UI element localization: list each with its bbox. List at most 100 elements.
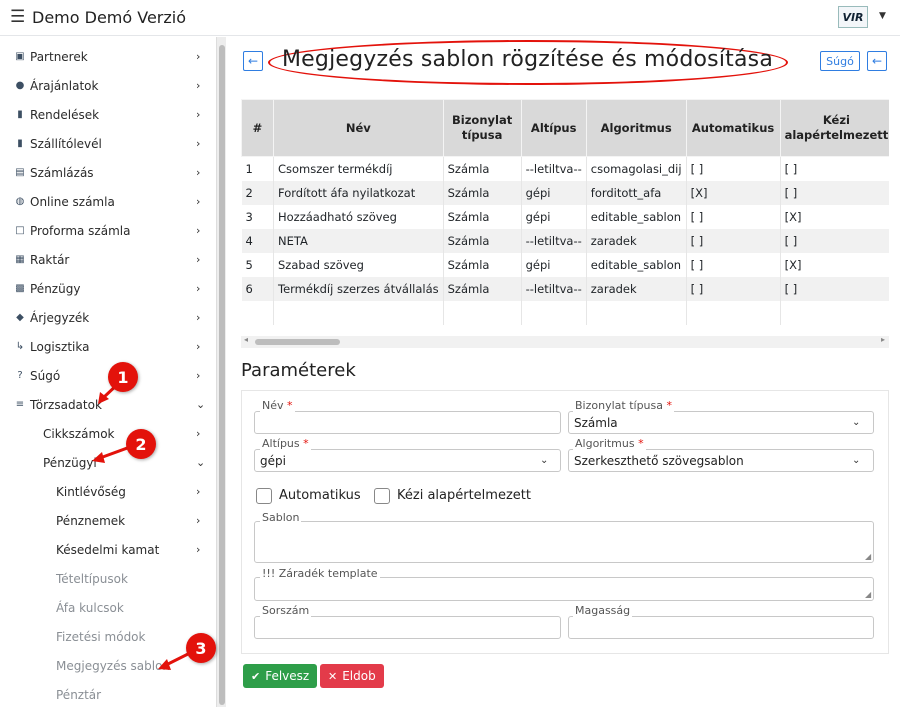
table-row[interactable]: 1 Csomszer termékdíj Számla --letiltva-- cso… xyxy=(241,156,889,181)
eldob-button[interactable]: ✕ Eldob xyxy=(320,664,384,688)
sidebar-item[interactable]: ▮ Szállítólevél › xyxy=(0,129,216,158)
sidebar-item[interactable]: ▮ Rendelések › xyxy=(0,100,216,129)
sidebar-item[interactable]: Tételtípusok xyxy=(0,564,216,593)
magassag-input[interactable] xyxy=(568,616,874,639)
sidebar-item[interactable]: Pénztár xyxy=(0,680,216,707)
square-icon: □ xyxy=(15,225,25,236)
zaradek-template-textarea[interactable] xyxy=(254,577,874,601)
column-header[interactable]: Név xyxy=(273,99,444,157)
sorszam-input[interactable] xyxy=(254,616,561,639)
chevron-right-icon[interactable]: › xyxy=(196,224,200,237)
column-header[interactable]: Kézi alapértelmezett xyxy=(779,99,889,157)
chevron-right-icon[interactable]: › xyxy=(196,427,200,440)
column-header[interactable]: Automatikus xyxy=(685,99,781,157)
sidebar-item[interactable]: Pénznemek › xyxy=(0,506,216,535)
resize-handle-icon[interactable]: ◢ xyxy=(865,552,871,561)
sidebar-item[interactable]: Megjegyzés sablon xyxy=(0,651,216,680)
table-row[interactable]: 6 Termékdíj szerzes átvállalás Számla --let… xyxy=(241,276,889,301)
table-cell: csomagolasi_dij xyxy=(586,156,687,181)
chevron-right-icon[interactable]: › xyxy=(196,311,200,324)
sidebar-item[interactable]: ● Árajánlatok › xyxy=(0,71,216,100)
help-button[interactable]: Súgó xyxy=(820,51,860,71)
chevron-right-icon[interactable]: › xyxy=(196,485,200,498)
chevron-right-icon[interactable]: › xyxy=(196,369,200,382)
chevron-right-icon[interactable]: › xyxy=(196,137,200,150)
chevron-right-icon[interactable]: › xyxy=(196,166,200,179)
sidebar-item[interactable]: Áfa kulcsok xyxy=(0,593,216,622)
scroll-left-icon[interactable]: ◂ xyxy=(244,335,248,344)
bizonylat-tipusa-label: Bizonylat típusa * xyxy=(573,399,674,412)
chevron-right-icon[interactable]: › xyxy=(196,108,200,121)
table-cell: Termékdíj szerzes átvállalás xyxy=(273,276,444,301)
table-cell: Számla xyxy=(443,204,522,229)
felvesz-button[interactable]: ✔ Felvesz xyxy=(243,664,318,688)
table-cell xyxy=(521,300,587,325)
sidebar-item[interactable]: ▤ Számlázás › xyxy=(0,158,216,187)
table-cell: editable_sablon xyxy=(586,204,687,229)
column-header[interactable]: Altípus xyxy=(520,99,587,157)
chevron-right-icon[interactable]: › xyxy=(196,282,200,295)
hamburger-menu-icon[interactable]: ☰ xyxy=(10,7,25,27)
table-cell: 1 xyxy=(241,156,274,181)
table-cell: [ ] xyxy=(780,276,889,301)
chevron-right-icon[interactable]: › xyxy=(196,340,200,353)
magassag-label: Magasság xyxy=(573,604,633,617)
nev-input[interactable] xyxy=(254,411,561,434)
sidebar-scrollbar[interactable] xyxy=(216,37,226,707)
chevron-right-icon[interactable]: › xyxy=(196,79,200,92)
sidebar-item-label: Súgó xyxy=(30,368,61,383)
automatikus-checkbox[interactable] xyxy=(256,488,272,504)
resize-handle-icon[interactable]: ◢ xyxy=(865,590,871,599)
chevron-down-icon[interactable]: ⌄ xyxy=(196,398,205,411)
chevron-down-icon[interactable]: ⌄ xyxy=(852,417,860,428)
sidebar-item[interactable]: □ Proforma számla › xyxy=(0,216,216,245)
sidebar-item[interactable]: ▩ Pénzügy › xyxy=(0,274,216,303)
back-button[interactable]: ← xyxy=(243,51,263,71)
warehouse-icon: ▦ xyxy=(15,254,25,265)
chevron-down-icon[interactable]: ⌄ xyxy=(196,456,205,469)
sidebar-item[interactable]: ↳ Logisztika › xyxy=(0,332,216,361)
sidebar-item[interactable]: ▣ Partnerek › xyxy=(0,42,216,71)
back-button-right[interactable]: ← xyxy=(867,51,887,71)
table-cell: Szabad szöveg xyxy=(273,252,444,277)
vir-logo[interactable]: VIR ▼ xyxy=(838,6,886,28)
sidebar-item-label: Árjegyzék xyxy=(30,310,90,325)
chevron-down-icon[interactable]: ⌄ xyxy=(852,455,860,466)
scroll-right-icon[interactable]: ▸ xyxy=(881,335,885,344)
kezi-alapertelmezett-checkbox[interactable] xyxy=(374,488,390,504)
column-header[interactable]: Bizonylat típusa xyxy=(442,99,522,157)
sidebar-item[interactable]: ≡ Törzsadatok ⌄ xyxy=(0,390,216,419)
table-cell: Hozzáadható szöveg xyxy=(273,204,444,229)
sidebar-item[interactable]: ◆ Árjegyzék › xyxy=(0,303,216,332)
chevron-right-icon[interactable]: › xyxy=(196,514,200,527)
sablon-textarea[interactable] xyxy=(254,521,874,563)
arrow-left-icon: ← xyxy=(871,54,883,68)
table-row[interactable]: 2 Fordított áfa nyilatkozat Számla gépi ford… xyxy=(241,180,889,205)
table-row[interactable]: 5 Szabad szöveg Számla gépi editable_sablon[… xyxy=(241,252,889,277)
table-horizontal-scrollbar[interactable]: ◂ ▸ xyxy=(241,335,889,348)
chevron-down-icon[interactable]: ▼ xyxy=(879,11,886,21)
sidebar-item[interactable]: Kintlévőség › xyxy=(0,477,216,506)
table-row[interactable]: 3 Hozzáadható szöveg Számla gépi editable_sa… xyxy=(241,204,889,229)
table-row[interactable]: 4NETASzámla--letiltva--zaradek[ ][ ]a xyxy=(241,228,889,253)
chevron-right-icon[interactable]: › xyxy=(196,195,200,208)
sidebar-item[interactable]: Cikkszámok › xyxy=(0,419,216,448)
sidebar-item[interactable]: ▦ Raktár › xyxy=(0,245,216,274)
chevron-down-icon[interactable]: ⌄ xyxy=(540,455,548,466)
sidebar-item-label: Pénztár xyxy=(56,687,102,702)
column-header[interactable]: Algoritmus xyxy=(585,99,687,157)
column-header[interactable]: # xyxy=(241,99,274,157)
table-cell: [ ] xyxy=(686,252,781,277)
sidebar-item[interactable]: Fizetési módok xyxy=(0,622,216,651)
scrollbar-thumb[interactable] xyxy=(219,45,225,705)
chevron-right-icon[interactable]: › xyxy=(196,253,200,266)
table-cell xyxy=(586,300,687,325)
sidebar-item[interactable]: ◍ Online számla › xyxy=(0,187,216,216)
table-cell: 4 xyxy=(241,228,274,253)
scrollbar-thumb[interactable] xyxy=(255,339,340,345)
altipus-select[interactable] xyxy=(254,449,561,472)
chevron-right-icon[interactable]: › xyxy=(196,50,200,63)
sidebar-item[interactable]: Késedelmi kamat › xyxy=(0,535,216,564)
sidebar-item[interactable]: Pénzügyi ⌄ xyxy=(0,448,216,477)
chevron-right-icon[interactable]: › xyxy=(196,543,200,556)
